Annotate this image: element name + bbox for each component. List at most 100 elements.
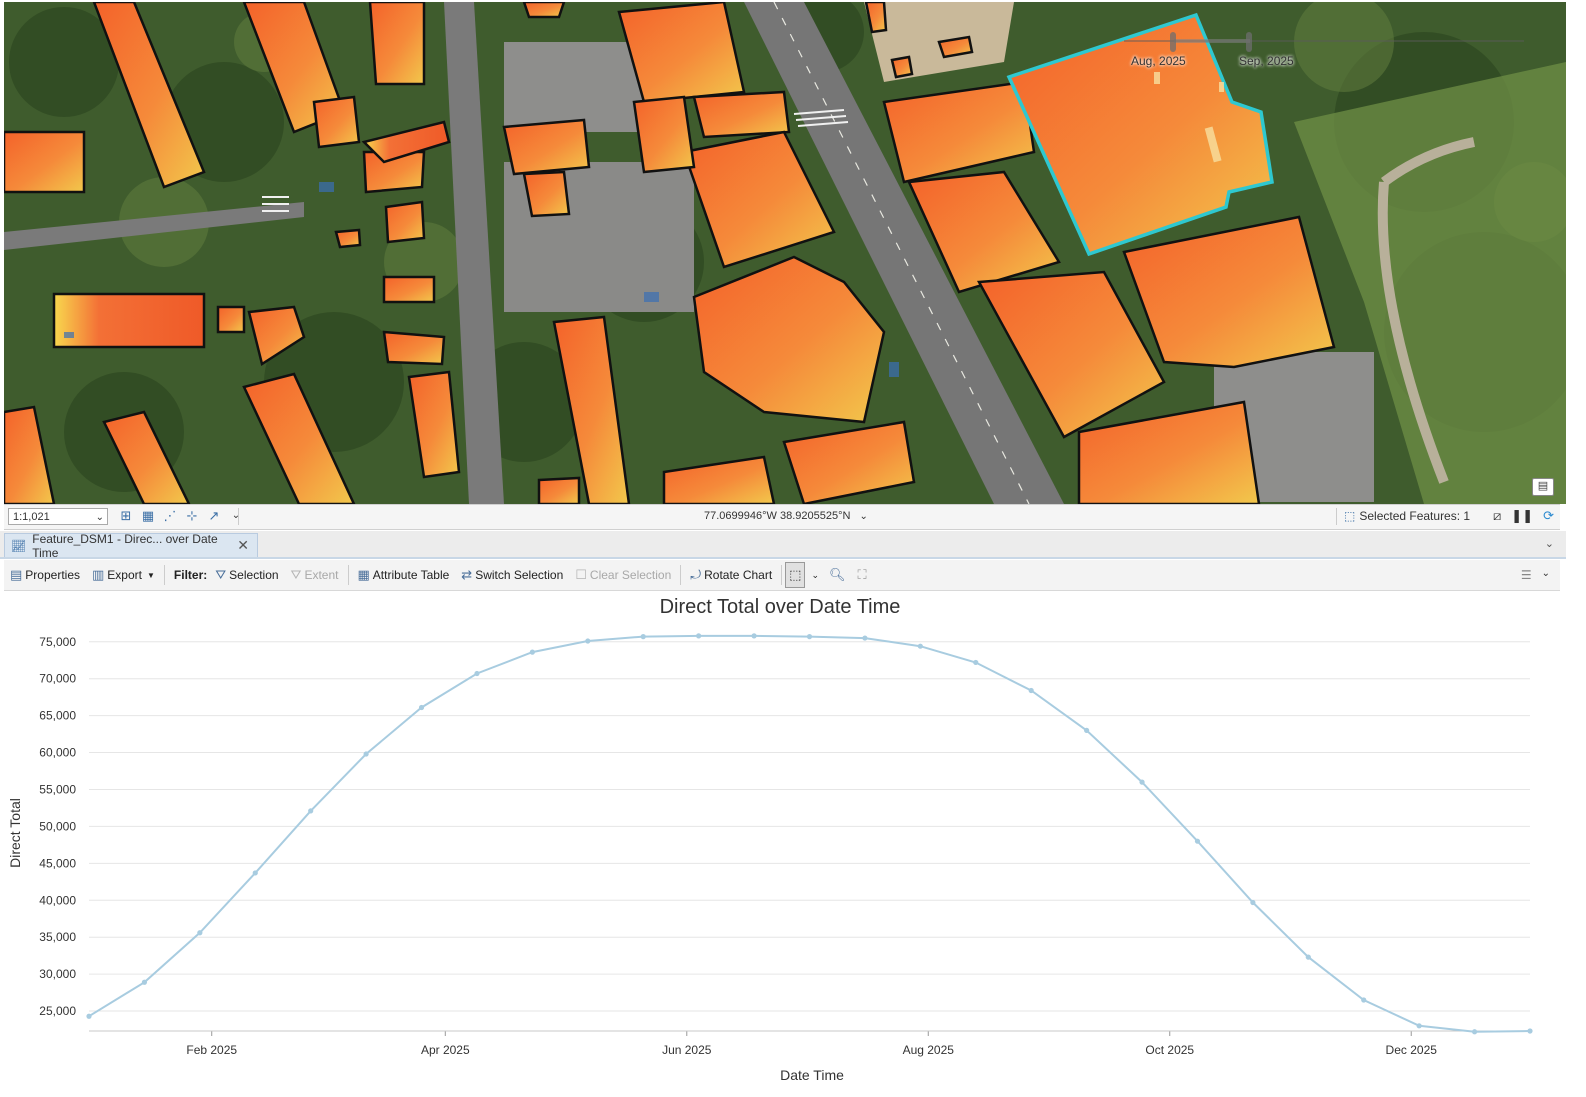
- y-tick-label: 55,000: [39, 782, 76, 796]
- data-point[interactable]: [751, 633, 757, 639]
- snapping-icon[interactable]: ⊞: [118, 508, 134, 524]
- data-point[interactable]: [1416, 1023, 1422, 1029]
- list-icon[interactable]: ☰: [1521, 568, 1532, 582]
- north-arrow-icon[interactable]: ↗: [206, 508, 222, 524]
- export-chart-icon: ▥: [92, 567, 105, 582]
- chevron-down-icon[interactable]: ⌄: [1545, 537, 1554, 550]
- filter-extent-icon: ⛛: [290, 567, 302, 582]
- select-tool-button[interactable]: ⬚: [785, 562, 806, 588]
- data-point[interactable]: [1028, 687, 1034, 694]
- y-tick-label: 40,000: [39, 893, 76, 907]
- pause-icon[interactable]: ❚❚: [1511, 508, 1533, 524]
- time-slider-start-label: Aug, 2025: [1131, 54, 1186, 68]
- tab-chart[interactable]: 📈︎ Feature_DSM1 - Direc... over Date Tim…: [4, 532, 258, 560]
- filter-extent-button[interactable]: ⛛ Extent: [285, 563, 345, 587]
- properties-icon: ▤: [10, 567, 23, 582]
- filter-selection-label: Selection: [229, 568, 279, 582]
- line-chart-icon: 📈︎: [11, 538, 27, 553]
- chevron-down-icon[interactable]: ⌄: [1542, 568, 1550, 582]
- x-tick-label: Feb 2025: [186, 1043, 237, 1057]
- chevron-down-icon: ⌄: [859, 511, 868, 522]
- chevron-down-icon[interactable]: ⌄: [807, 570, 823, 581]
- data-point[interactable]: [529, 649, 535, 655]
- x-tick-label: Jun 2025: [662, 1043, 712, 1057]
- filter-selection-button[interactable]: ⛛ Selection: [209, 563, 284, 587]
- time-slider-end-label: Sep, 2025: [1239, 54, 1294, 68]
- y-axis-ticks: 25,000 30,000 35,000 40,000 45,000 50,000 55,0…: [39, 635, 76, 1018]
- filter-icon[interactable]: ⧄: [1493, 508, 1501, 524]
- map-tips-icon[interactable]: ▤: [1532, 478, 1554, 496]
- time-slider-start-thumb[interactable]: [1170, 32, 1176, 52]
- toolbar-right: ☰ ⌄: [1521, 568, 1560, 582]
- x-tick-label: Aug 2025: [903, 1043, 955, 1057]
- time-slider-range[interactable]: [1174, 39, 1250, 43]
- data-point[interactable]: [1194, 838, 1201, 844]
- data-point[interactable]: [806, 634, 813, 640]
- x-tick-label: Oct 2025: [1145, 1043, 1194, 1057]
- y-grid: [89, 641, 1530, 1012]
- full-extent-button[interactable]: ⛶: [852, 563, 873, 587]
- x-tick-label: Dec 2025: [1386, 1043, 1438, 1057]
- chart-tab-bar: 📈︎ Feature_DSM1 - Direc... over Date Tim…: [0, 531, 1566, 560]
- constraints-icon[interactable]: ⋰: [162, 508, 178, 524]
- map-view[interactable]: Aug, 2025 Sep, 2025 ▤: [4, 2, 1566, 504]
- data-point[interactable]: [1305, 954, 1311, 960]
- select-features-icon: ⬚: [1344, 509, 1356, 523]
- selected-features-indicator[interactable]: ⬚ Selected Features: 1: [1344, 509, 1470, 523]
- divider: [238, 508, 239, 525]
- export-button[interactable]: ▥ Export ▼: [86, 563, 161, 587]
- data-point[interactable]: [252, 870, 258, 876]
- y-tick-label: 45,000: [39, 856, 76, 870]
- data-point[interactable]: [363, 751, 369, 757]
- data-point[interactable]: [474, 670, 480, 677]
- y-tick-label: 75,000: [39, 635, 76, 649]
- chevron-down-icon[interactable]: ⌄: [228, 508, 244, 524]
- y-tick-label: 35,000: [39, 930, 76, 944]
- scale-selector[interactable]: 1:1,021 ⌄: [8, 508, 108, 525]
- coordinate-readout[interactable]: 77.0699946°W 38.9205525°N ⌄: [704, 510, 868, 522]
- clear-selection-button[interactable]: ☐ Clear Selection: [569, 563, 677, 587]
- divider: [680, 565, 682, 585]
- y-tick-label: 25,000: [39, 1004, 76, 1018]
- data-point[interactable]: [1084, 727, 1090, 734]
- zoom-button[interactable]: 🔍︎: [823, 563, 852, 587]
- clear-selection-icon: ☐: [575, 567, 587, 582]
- table-icon: ▦: [357, 567, 370, 582]
- data-point[interactable]: [197, 930, 203, 936]
- x-axis-title: Date Time: [780, 1067, 844, 1083]
- coordinates-text: 77.0699946°W 38.9205525°N: [704, 510, 851, 522]
- data-point[interactable]: [696, 633, 702, 639]
- time-slider-end-thumb[interactable]: [1246, 32, 1252, 52]
- data-point[interactable]: [1361, 997, 1367, 1003]
- divider: [1336, 508, 1337, 525]
- data-point[interactable]: [1250, 899, 1256, 906]
- properties-button[interactable]: ▤ Properties: [4, 563, 86, 587]
- data-point[interactable]: [1527, 1028, 1533, 1034]
- rotate-chart-button[interactable]: ⤾ Rotate Chart: [684, 563, 778, 587]
- data-point[interactable]: [917, 643, 923, 649]
- data-point[interactable]: [308, 808, 314, 814]
- data-point[interactable]: [418, 704, 425, 711]
- data-point[interactable]: [585, 638, 591, 644]
- line-chart[interactable]: Direct Total over Date Time 25,000 30,000…: [4, 591, 1560, 1087]
- y-axis-title: Direct Total: [7, 798, 23, 868]
- attribute-table-label: Attribute Table: [372, 568, 450, 582]
- data-point[interactable]: [973, 659, 979, 666]
- y-tick-label: 30,000: [39, 967, 76, 981]
- data-point[interactable]: [640, 634, 646, 640]
- attribute-table-button[interactable]: ▦ Attribute Table: [352, 563, 456, 587]
- correction-icon[interactable]: ⊹: [184, 508, 200, 524]
- switch-selection-icon: ⇄: [461, 567, 473, 582]
- map-status-tools: ⊞ ▦ ⋰ ⊹ ↗ ⌄: [118, 508, 244, 524]
- data-point[interactable]: [141, 979, 148, 985]
- data-point[interactable]: [862, 635, 868, 641]
- close-icon[interactable]: ✕: [237, 537, 249, 554]
- data-point[interactable]: [86, 1013, 92, 1019]
- map-time-slider[interactable]: Aug, 2025 Sep, 2025: [1124, 30, 1524, 70]
- refresh-icon[interactable]: ⟳: [1543, 508, 1554, 524]
- grid-icon[interactable]: ▦: [140, 508, 156, 524]
- data-point[interactable]: [1471, 1029, 1478, 1035]
- switch-selection-button[interactable]: ⇄ Switch Selection: [455, 563, 569, 587]
- data-point[interactable]: [1139, 779, 1145, 785]
- chart-toolbar: ▤ Properties ▥ Export ▼ Filter: ⛛ Select…: [4, 560, 1560, 591]
